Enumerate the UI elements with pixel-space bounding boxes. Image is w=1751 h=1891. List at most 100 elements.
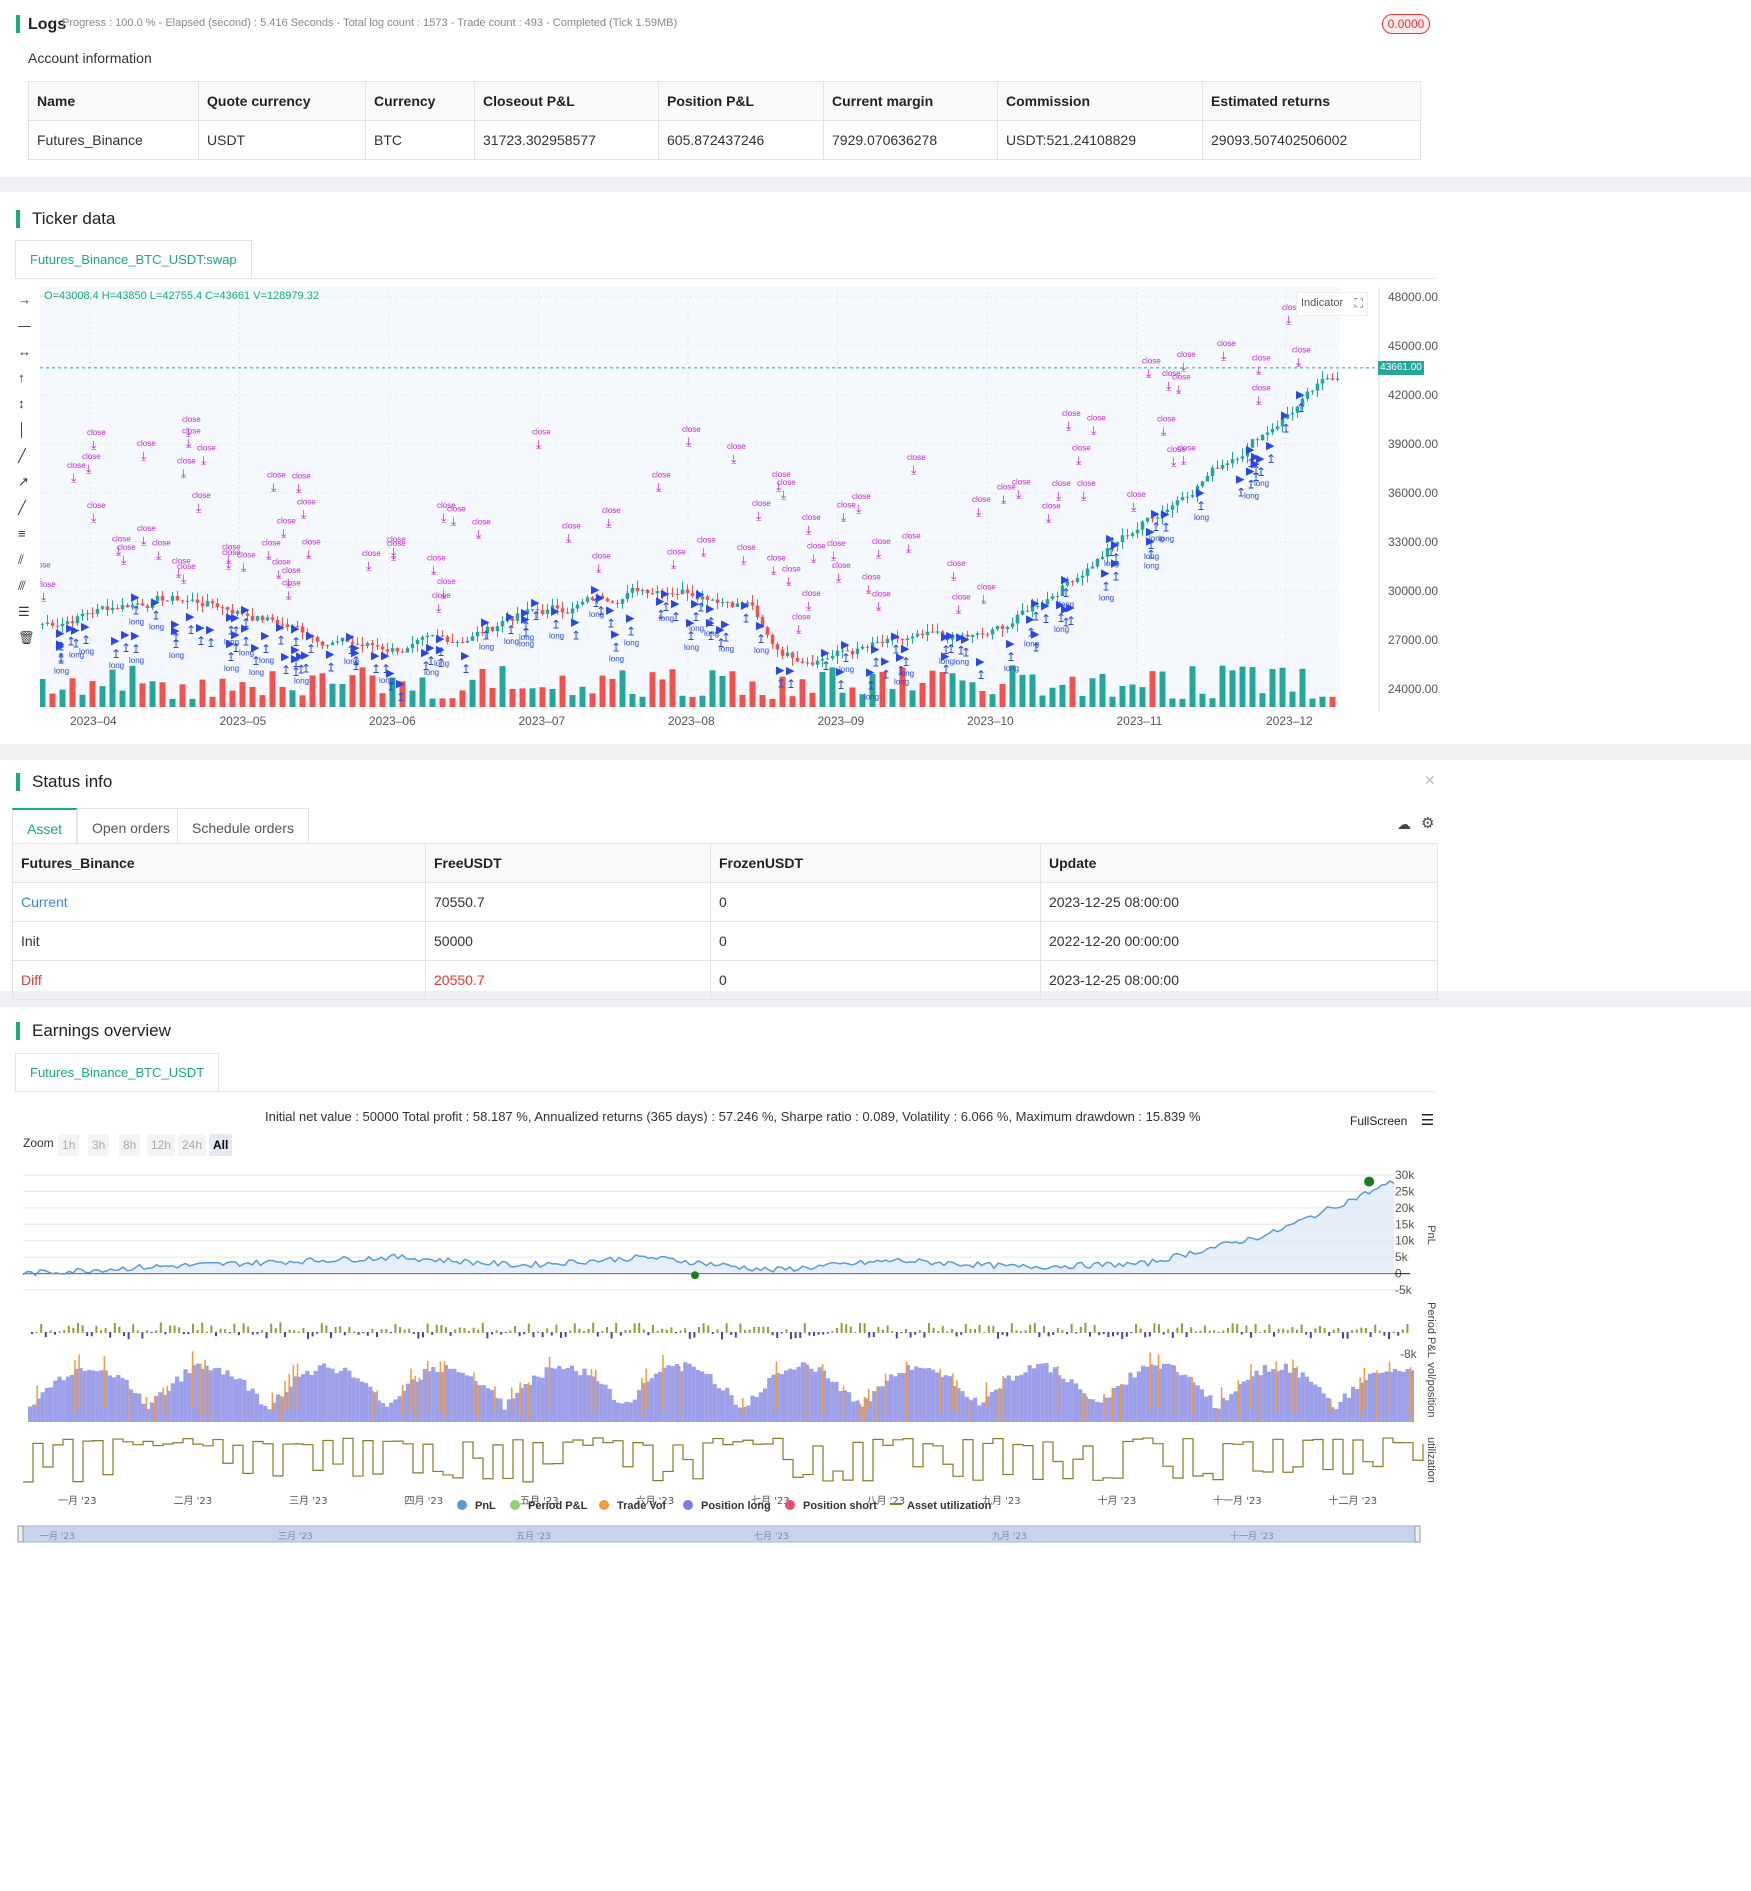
period-pnl-bar: [555, 1324, 558, 1333]
trade-vol-bar: [1363, 1367, 1366, 1410]
period-pnl-bar: [762, 1326, 765, 1333]
zoom-3h[interactable]: 3h: [88, 1134, 110, 1156]
long-arrow-icon: ↥: [706, 615, 716, 629]
tab-asset[interactable]: Asset: [12, 808, 78, 848]
candle-body: [1085, 568, 1090, 576]
lines-tool-icon[interactable]: ☰: [18, 604, 38, 630]
position-bar: [994, 1389, 999, 1422]
entry-triangle-icon: ▶: [71, 625, 80, 637]
close-arrow-icon: ⤓: [806, 599, 812, 613]
period-pnl-bar: [606, 1326, 608, 1333]
ticker-tab[interactable]: Futures_Binance_BTC_USDT:swap: [15, 240, 252, 279]
candle-body: [1210, 467, 1215, 477]
close-arrow-icon: ⤓: [181, 572, 187, 586]
expand-icon[interactable]: ⛶: [1355, 296, 1363, 311]
trade-vol-bar: [968, 1399, 971, 1421]
parallel-channel-tool-icon[interactable]: ⫽: [18, 552, 38, 578]
position-bar: [889, 1374, 894, 1422]
ray-tool-icon[interactable]: ↗: [18, 474, 38, 500]
period-pnl-bar: [1388, 1332, 1390, 1340]
zoom-12h[interactable]: 12h: [147, 1134, 176, 1156]
zoom-8h[interactable]: 8h: [119, 1134, 141, 1156]
candle-body: [1185, 496, 1190, 498]
candle-body: [1310, 390, 1315, 392]
y-tick-label: 42000.00: [1388, 388, 1438, 402]
close-marker-label: close: [1177, 350, 1196, 359]
earnings-chart[interactable]: 30k25k20k15k10k5k0-5k-8kPnLPeriod P&Lvol…: [0, 1160, 1451, 1891]
period-pnl-bar: [739, 1323, 742, 1333]
close-marker-label: close: [1072, 443, 1091, 452]
indicator-button[interactable]: Indicator ⛶: [1296, 292, 1368, 316]
candle-body: [545, 609, 550, 614]
period-pnl-bar: [527, 1323, 530, 1333]
close-arrow-icon: ⤓: [476, 528, 482, 542]
period-pnl-bar: [665, 1329, 668, 1333]
close-marker-label: close: [192, 491, 211, 500]
trade-vol-bar: [74, 1360, 76, 1414]
period-pnl-bar: [445, 1327, 447, 1333]
period-pnl-bar: [1089, 1332, 1091, 1337]
segment-tool-icon[interactable]: ╱: [18, 500, 38, 526]
account-header-row: Name Quote currency Currency Closeout P&…: [28, 81, 1421, 121]
tab-schedule-orders[interactable]: Schedule orders: [177, 808, 309, 847]
period-pnl-bar: [408, 1328, 411, 1333]
close-icon[interactable]: ✕: [1424, 772, 1436, 789]
vertical-ray-tool-icon[interactable]: ↕: [18, 396, 38, 422]
fullscreen-button[interactable]: FullScreen ☰: [1350, 1111, 1434, 1129]
period-pnl-bar: [859, 1322, 861, 1333]
candle-body: [560, 608, 565, 613]
entry-triangle-icon: ▶: [841, 639, 850, 651]
close-marker-label: close: [197, 444, 216, 453]
close-arrow-icon: ⤓: [981, 593, 987, 607]
gear-icon[interactable]: ⚙: [1421, 814, 1434, 832]
period-pnl-bar: [1222, 1330, 1225, 1333]
close-arrow-icon: ⤓: [686, 435, 692, 449]
navigator-handle-left: [17, 1525, 24, 1543]
period-pnl-bar: [1116, 1332, 1119, 1336]
tab-open-orders[interactable]: Open orders: [77, 808, 185, 847]
legend-label: Asset utilization: [907, 1500, 992, 1512]
fib-tool-icon[interactable]: ⫻: [18, 578, 38, 604]
position-bar: [1099, 1402, 1104, 1422]
close-marker-label: close: [437, 577, 456, 586]
trend-line-tool-icon[interactable]: ╱: [18, 448, 38, 474]
vertical-segment-tool-icon[interactable]: │: [18, 422, 38, 448]
menu-icon[interactable]: ☰: [1421, 1112, 1434, 1129]
volume-bar: [139, 683, 146, 707]
earnings-tab[interactable]: Futures_Binance_BTC_USDT: [15, 1053, 220, 1092]
candle-body: [755, 605, 760, 618]
position-bar: [1124, 1384, 1129, 1422]
close-arrow-icon: ⤓: [271, 480, 277, 494]
price-range-tool-icon[interactable]: ≡: [18, 526, 38, 552]
ticker-tab-line: [15, 278, 1435, 279]
horizontal-line-tool-icon[interactable]: →: [18, 292, 38, 318]
trade-vol-bar: [1057, 1366, 1059, 1414]
period-pnl-bar: [178, 1327, 181, 1333]
long-arrow-icon: ↥: [1236, 486, 1246, 500]
zoom-24h[interactable]: 24h: [178, 1134, 207, 1156]
trash-icon[interactable]: 🗑: [18, 630, 38, 656]
zoom-1h[interactable]: 1h: [58, 1134, 80, 1156]
period-pnl-bar: [550, 1332, 553, 1336]
candle-body: [720, 601, 725, 603]
close-arrow-icon: ⤓: [756, 509, 762, 523]
cloud-upload-icon[interactable]: ☁: [1397, 816, 1411, 833]
vertical-line-tool-icon[interactable]: ↑: [18, 370, 38, 396]
entry-triangle-icon: ▶: [306, 630, 315, 642]
long-marker-label: long: [424, 668, 439, 677]
period-pnl-bar: [458, 1327, 461, 1333]
candle-body: [1120, 535, 1125, 543]
trade-vol-bar: [1292, 1359, 1294, 1414]
candle-body: [605, 598, 610, 602]
position-bar: [1367, 1373, 1372, 1422]
zoom-all[interactable]: All: [209, 1134, 233, 1156]
extended-line-tool-icon[interactable]: ↔: [18, 344, 38, 370]
long-marker-label: long: [1244, 491, 1259, 500]
candlestick-chart[interactable]: 48000.00 45000.00 42000.00 39000.00 36000.00…: [40, 287, 1440, 737]
asset-cell: 0: [710, 921, 1041, 961]
horizontal-ray-tool-icon[interactable]: —: [18, 318, 38, 344]
position-bar: [1267, 1371, 1272, 1422]
volume-bar: [1129, 684, 1136, 707]
close-arrow-icon: ⤓: [741, 553, 747, 567]
position-bar: [330, 1368, 335, 1422]
